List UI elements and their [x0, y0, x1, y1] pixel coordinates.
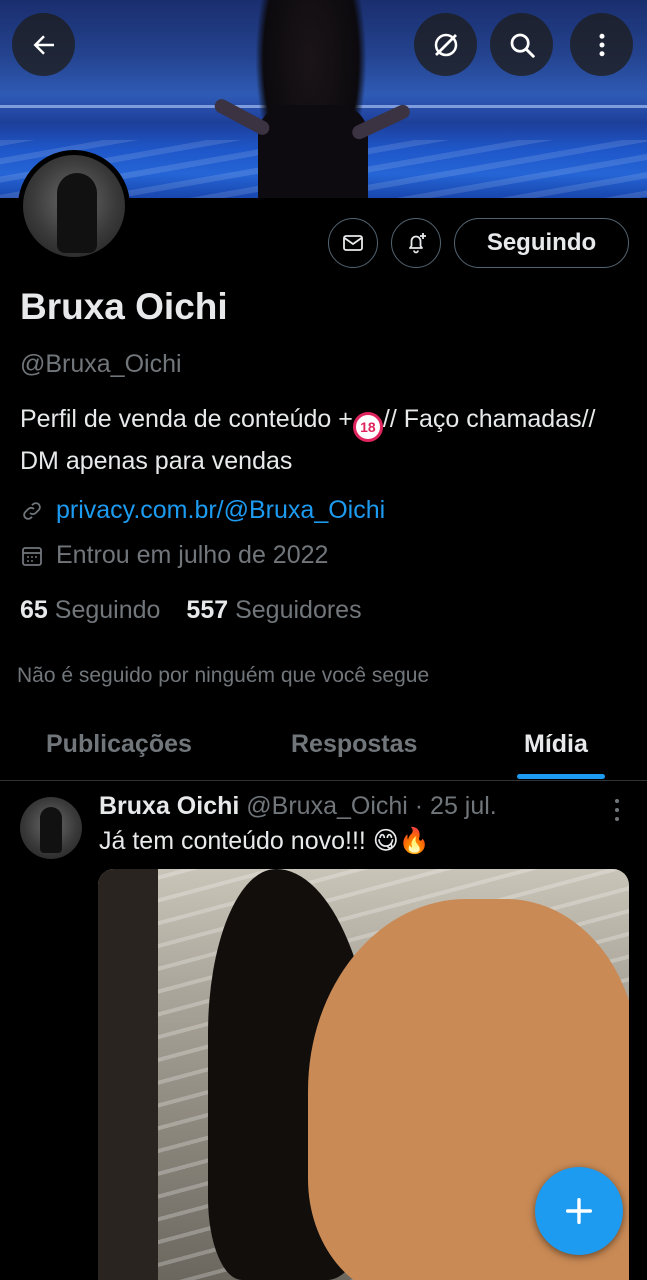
dot — [615, 799, 619, 803]
joined-row: Entrou em julho de 2022 — [20, 541, 328, 570]
profile-handle: @Bruxa_Oichi — [20, 350, 182, 378]
tweet-text: Já tem conteúdo novo!!! 😋🔥 — [99, 827, 430, 855]
profile-link[interactable]: privacy.com.br/@Bruxa_Oichi — [56, 496, 385, 525]
no-under-18-icon: 18 — [352, 412, 383, 442]
more-vertical-icon — [599, 33, 604, 56]
tab-media[interactable]: Mídia — [524, 730, 588, 759]
following-stat[interactable]: 65 Seguindo — [20, 596, 160, 625]
tweet-avatar[interactable] — [20, 797, 82, 859]
compose-button[interactable] — [535, 1167, 623, 1255]
link-icon — [23, 501, 41, 520]
media-shadow — [98, 869, 158, 1280]
tweet-header: Bruxa Oichi @Bruxa_Oichi · 25 jul. — [99, 792, 497, 821]
slash-circle-icon — [434, 33, 457, 56]
followers-label: Seguidores — [235, 596, 362, 624]
notifications-button[interactable] — [391, 218, 441, 268]
grok-button[interactable] — [414, 13, 477, 76]
plus-icon — [565, 1197, 593, 1225]
tab-posts[interactable]: Publicações — [46, 730, 192, 759]
calendar-icon — [22, 546, 42, 566]
profile-bio: Perfil de venda de conteúdo +18// Faço c… — [20, 400, 620, 480]
followed-by-text: Não é seguido por ninguém que você segue — [17, 664, 430, 687]
profile-link-row[interactable]: privacy.com.br/@Bruxa_Oichi — [20, 496, 385, 525]
active-tab-indicator — [517, 774, 605, 779]
avatar-silhouette — [57, 173, 97, 253]
profile-avatar[interactable] — [18, 150, 130, 262]
tweet-meta: @Bruxa_Oichi · 25 jul. — [246, 792, 497, 820]
dot — [615, 808, 619, 812]
bio-text: Perfil de venda de conteúdo + — [20, 405, 353, 433]
search-button[interactable] — [490, 13, 553, 76]
following-button[interactable]: Seguindo — [454, 218, 629, 268]
tab-replies[interactable]: Respostas — [291, 730, 417, 759]
followers-count: 557 — [186, 596, 229, 624]
banner-figure-dress — [258, 105, 368, 198]
bell-plus-icon — [409, 233, 426, 254]
joined-date: Entrou em julho de 2022 — [56, 541, 329, 569]
message-button[interactable] — [328, 218, 378, 268]
dot — [615, 817, 619, 821]
tweet-author-name[interactable]: Bruxa Oichi — [99, 792, 239, 820]
tweet-more-button[interactable] — [608, 796, 626, 824]
search-icon — [510, 33, 535, 58]
following-count: 65 — [20, 596, 48, 624]
following-label: Seguindo — [54, 596, 161, 624]
profile-tabs: Publicações Respostas Mídia — [0, 718, 647, 781]
arrow-left-icon — [33, 34, 54, 55]
envelope-icon — [343, 235, 363, 251]
profile-name: Bruxa Oichi — [20, 286, 228, 327]
follow-stats: 65 Seguindo 557 Seguidores — [20, 596, 362, 625]
back-button[interactable] — [12, 13, 75, 76]
avatar-silhouette — [40, 807, 62, 853]
followers-stat[interactable]: 557 Seguidores — [186, 596, 361, 625]
more-button[interactable] — [570, 13, 633, 76]
